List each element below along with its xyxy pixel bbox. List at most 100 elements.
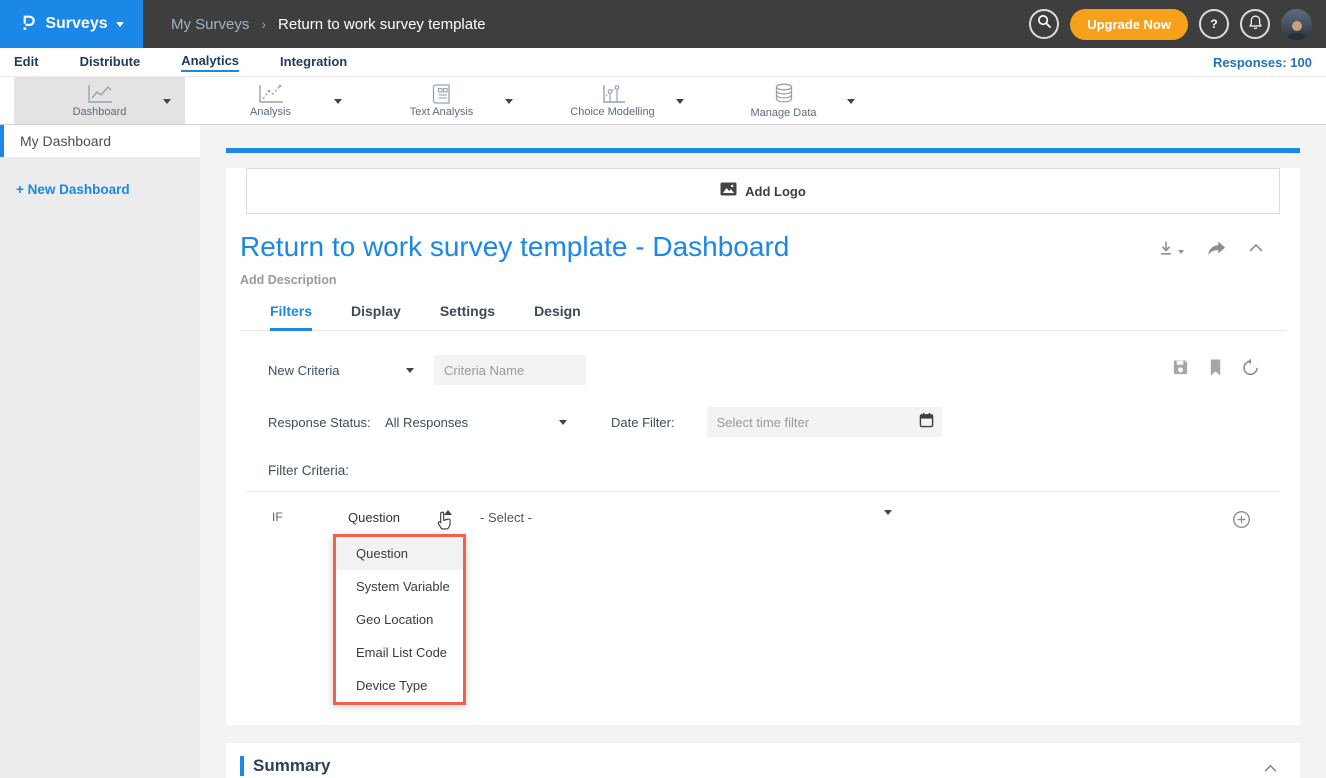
toolbar-item-text-analysis[interactable]: Text Analysis — [356, 77, 527, 124]
criteria-select[interactable]: New Criteria — [268, 363, 414, 378]
breadcrumb-current: Return to work survey template — [278, 16, 486, 33]
section-accent-bar — [240, 756, 244, 776]
share-button[interactable] — [1206, 240, 1226, 257]
toolbar-label: Manage Data — [750, 107, 816, 119]
search-icon — [1037, 14, 1052, 34]
logo-label: Surveys — [45, 15, 107, 33]
share-icon — [1206, 240, 1226, 257]
summary-section: Summary — [226, 743, 1300, 778]
questionpro-logo-icon — [19, 10, 37, 39]
nav-item-distribute[interactable]: Distribute — [80, 54, 141, 71]
dropdown-option-geo-location[interactable]: Geo Location — [336, 603, 463, 636]
text-analysis-icon — [430, 83, 454, 105]
condition-value-select[interactable]: - Select - — [480, 510, 532, 525]
dropdown-option-system-variable[interactable]: System Variable — [336, 570, 463, 603]
if-label: IF — [272, 510, 283, 524]
save-icon — [1171, 358, 1190, 377]
summary-title: Summary — [253, 756, 330, 776]
dropdown-option-question[interactable]: Question — [336, 537, 463, 570]
upgrade-now-button[interactable]: Upgrade Now — [1070, 9, 1188, 40]
toolbar-label: Text Analysis — [410, 106, 474, 118]
database-icon — [772, 82, 796, 106]
bell-icon — [1248, 14, 1263, 35]
tab-settings[interactable]: Settings — [440, 303, 495, 330]
response-status-label: Response Status: — [268, 415, 385, 430]
accent-bar — [226, 148, 1300, 153]
svg-text:?: ? — [1210, 17, 1217, 31]
breadcrumb-separator: › — [261, 16, 266, 32]
breadcrumb-parent[interactable]: My Surveys — [171, 16, 249, 33]
toolbar-label: Dashboard — [73, 106, 127, 118]
bookmark-criteria-button[interactable] — [1208, 358, 1223, 382]
sidebar-item-my-dashboard[interactable]: My Dashboard — [0, 125, 200, 157]
chevron-down-icon[interactable] — [884, 510, 892, 515]
app-window: Surveys My Surveys › Return to work surv… — [0, 0, 1326, 778]
criteria-name-input[interactable] — [434, 355, 586, 385]
date-filter-field[interactable] — [707, 407, 942, 437]
toolbar-label: Choice Modelling — [570, 106, 654, 118]
plus-circle-icon — [1232, 510, 1251, 529]
toolbar-item-dashboard[interactable]: Dashboard — [14, 77, 185, 124]
chevron-down-icon[interactable] — [676, 99, 684, 104]
chevron-down-icon — [1178, 250, 1184, 254]
toolbar-item-choice-modelling[interactable]: Choice Modelling — [527, 77, 698, 124]
responses-count[interactable]: Responses: 100 — [1213, 55, 1312, 70]
chevron-up-icon — [1248, 243, 1264, 253]
dashboard-sidebar: My Dashboard + New Dashboard — [0, 125, 200, 778]
dashboard-settings-card: Add Logo Return to work survey template … — [226, 168, 1300, 725]
line-chart-icon — [85, 83, 115, 105]
search-button[interactable] — [1029, 9, 1059, 39]
toolbar-item-analysis[interactable]: Analysis — [185, 77, 356, 124]
image-icon — [720, 182, 737, 201]
tab-design[interactable]: Design — [534, 303, 581, 330]
tab-display[interactable]: Display — [351, 303, 401, 330]
condition-type-select[interactable]: Question — [348, 510, 400, 525]
dropdown-option-email-list-code[interactable]: Email List Code — [336, 636, 463, 669]
toolbar-label: Analysis — [250, 106, 291, 118]
settings-tabs: Filters Display Settings Design — [240, 303, 1286, 331]
date-filter-input[interactable] — [707, 407, 919, 437]
chevron-down-icon[interactable] — [334, 99, 342, 104]
chevron-down-icon[interactable] — [163, 99, 171, 104]
condition-type-dropdown: Question System Variable Geo Location Em… — [333, 534, 466, 705]
dashboard-actions — [1157, 231, 1264, 257]
collapse-summary-button[interactable] — [1263, 760, 1278, 778]
page-title[interactable]: Return to work survey template - Dashboa… — [240, 231, 789, 263]
date-filter-label: Date Filter: — [611, 415, 675, 430]
download-button[interactable] — [1157, 239, 1184, 257]
header-actions: Upgrade Now ? — [1029, 9, 1312, 40]
toolbar-item-manage-data[interactable]: Manage Data — [698, 77, 869, 124]
reset-filters-button[interactable] — [1241, 358, 1260, 382]
download-icon — [1157, 239, 1175, 257]
dropdown-option-device-type[interactable]: Device Type — [336, 669, 463, 702]
top-header: Surveys My Surveys › Return to work surv… — [0, 0, 1326, 48]
avatar[interactable] — [1281, 9, 1312, 40]
filter-condition-row: IF Question - Select - — [268, 510, 1286, 528]
analysis-chart-icon — [256, 83, 286, 105]
nav-item-edit[interactable]: Edit — [14, 54, 39, 71]
add-description-button[interactable]: Add Description — [240, 273, 1286, 287]
add-logo-label: Add Logo — [745, 184, 806, 199]
choice-modelling-icon — [598, 83, 628, 105]
add-logo-dropzone[interactable]: Add Logo — [246, 168, 1280, 214]
new-dashboard-button[interactable]: + New Dashboard — [16, 182, 130, 197]
chevron-down-icon — [116, 22, 124, 27]
notifications-button[interactable] — [1240, 9, 1270, 39]
sidebar-item-label: My Dashboard — [20, 133, 111, 149]
save-criteria-button[interactable] — [1171, 358, 1190, 382]
mouse-cursor-icon — [436, 510, 453, 536]
collapse-card-button[interactable] — [1248, 243, 1264, 253]
tab-filters[interactable]: Filters — [270, 303, 312, 331]
calendar-icon — [919, 412, 934, 433]
chevron-down-icon[interactable] — [847, 99, 855, 104]
app-logo[interactable]: Surveys — [0, 0, 143, 48]
survey-nav: Edit Distribute Analytics Integration Re… — [0, 48, 1326, 77]
dashboard-content: Add Logo Return to work survey template … — [200, 125, 1326, 778]
add-condition-button[interactable] — [1232, 510, 1251, 534]
nav-item-integration[interactable]: Integration — [280, 54, 347, 71]
help-button[interactable]: ? — [1199, 9, 1229, 39]
help-icon: ? — [1206, 16, 1222, 32]
response-status-select[interactable]: All Responses — [385, 415, 567, 430]
nav-item-analytics[interactable]: Analytics — [181, 53, 239, 72]
chevron-down-icon[interactable] — [505, 99, 513, 104]
